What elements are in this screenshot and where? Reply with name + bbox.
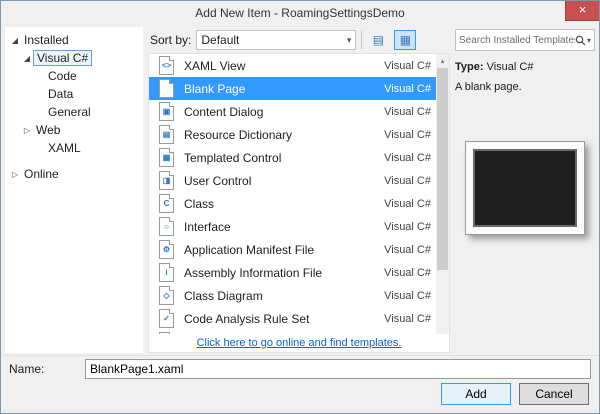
type-label: Type: (455, 61, 484, 73)
add-new-item-dialog: Add New Item - RoamingSettingsDemo × ◢ I… (0, 0, 600, 414)
online-templates-link-row: Click here to go online and find templat… (149, 334, 449, 352)
template-pane: Sort by: Default ▾ ▤ ▦ <> XAML View Visu… (148, 27, 450, 353)
code-file-icon: <> (159, 332, 174, 334)
sidebar-item-web[interactable]: ▷ Web (5, 121, 143, 139)
medium-icons-view-button[interactable]: ▤ (367, 30, 389, 50)
scrollbar-thumb[interactable] (437, 68, 448, 270)
search-box: ▾ (455, 29, 595, 51)
template-item-code-analysis-rule-set[interactable]: ✓ Code Analysis Rule Set Visual C# (149, 307, 449, 330)
cancel-button[interactable]: Cancel (519, 383, 589, 405)
add-button[interactable]: Add (441, 383, 511, 405)
toolbar-separator (361, 31, 363, 49)
expanded-triangle-icon: ◢ (23, 53, 31, 63)
code-analysis-rule-set-icon: ✓ (159, 309, 174, 328)
sidebar-item-installed[interactable]: ◢ Installed (5, 31, 143, 49)
template-item-class-diagram[interactable]: ◇ Class Diagram Visual C# (149, 284, 449, 307)
chevron-down-icon[interactable]: ▾ (587, 36, 591, 45)
class-diagram-icon: ◇ (159, 286, 174, 305)
sidebar-item-online[interactable]: ▷ Online (5, 165, 143, 183)
expanded-triangle-icon: ◢ (11, 35, 19, 45)
list-view-icon: ▤ (372, 33, 385, 47)
template-item-templated-control[interactable]: ▦ Templated Control Visual C# (149, 146, 449, 169)
detail-pane: ▾ Type: Visual C# A blank page. (455, 27, 595, 353)
name-input[interactable] (85, 358, 591, 379)
assembly-information-file-icon: i (159, 263, 174, 282)
name-row: Name: (1, 355, 599, 381)
sidebar-item-visual-csharp[interactable]: ◢ Visual C# (5, 49, 143, 67)
resource-dictionary-icon: ▤ (159, 125, 174, 144)
content-dialog-icon: ▣ (159, 102, 174, 121)
sidebar-item-code[interactable]: Code (5, 67, 143, 85)
chevron-down-icon: ▾ (346, 34, 352, 45)
collapsed-triangle-icon: ▷ (11, 169, 19, 179)
template-item-assembly-information-file[interactable]: i Assembly Information File Visual C# (149, 261, 449, 284)
grid-view-icon: ▦ (399, 33, 412, 47)
titlebar: Add New Item - RoamingSettingsDemo × (1, 1, 599, 25)
dialog-body: ◢ Installed ◢ Visual C# Code Data Genera… (1, 25, 599, 355)
window-title: Add New Item - RoamingSettingsDemo (195, 6, 405, 20)
preview-screen (473, 149, 577, 227)
category-tree: ◢ Installed ◢ Visual C# Code Data Genera… (5, 27, 143, 353)
sort-by-label: Sort by: (150, 33, 192, 47)
sort-by-dropdown[interactable]: Default ▾ (196, 30, 357, 50)
sidebar-item-general[interactable]: General (5, 103, 143, 121)
application-manifest-file-icon: ⚙ (159, 240, 174, 259)
template-type-line: Type: Visual C# (455, 61, 595, 73)
user-control-icon: ◨ (159, 171, 174, 190)
collapsed-triangle-icon: ▷ (23, 125, 31, 135)
search-input[interactable] (459, 34, 575, 46)
button-row: Add Cancel (1, 381, 599, 413)
small-icons-view-button[interactable]: ▦ (394, 30, 417, 50)
close-button[interactable]: × (565, 1, 599, 21)
template-rows: <> XAML View Visual C# Blank Page Visual… (149, 54, 449, 334)
name-label: Name: (9, 361, 45, 376)
template-item-resource-dictionary[interactable]: ▤ Resource Dictionary Visual C# (149, 123, 449, 146)
close-icon: × (578, 2, 587, 17)
template-item-class[interactable]: C Class Visual C# (149, 192, 449, 215)
template-list: <> XAML View Visual C# Blank Page Visual… (148, 53, 450, 353)
sort-toolbar: Sort by: Default ▾ ▤ ▦ (148, 27, 450, 53)
template-item-application-manifest-file[interactable]: ⚙ Application Manifest File Visual C# (149, 238, 449, 261)
scroll-up-icon[interactable]: ▴ (436, 54, 449, 67)
template-preview-image (465, 141, 585, 235)
template-item-xaml-view[interactable]: <> XAML View Visual C# (149, 54, 449, 77)
sidebar-item-xaml[interactable]: XAML (5, 139, 143, 157)
online-templates-link[interactable]: Click here to go online and find templat… (197, 337, 402, 349)
xaml-view-icon: <> (159, 56, 174, 75)
template-item-user-control[interactable]: ◨ User Control Visual C# (149, 169, 449, 192)
template-description: A blank page. (455, 81, 522, 93)
sidebar-item-data[interactable]: Data (5, 85, 143, 103)
class-icon: C (159, 194, 174, 213)
list-scrollbar[interactable]: ▴ (436, 54, 449, 334)
type-value: Visual C# (486, 61, 534, 73)
search-icon[interactable] (575, 35, 586, 46)
template-item-blank-page[interactable]: Blank Page Visual C# (149, 77, 449, 100)
blank-page-icon (159, 79, 174, 98)
interface-icon: ○ (159, 217, 174, 236)
template-item-interface[interactable]: ○ Interface Visual C# (149, 215, 449, 238)
templated-control-icon: ▦ (159, 148, 174, 167)
template-item-content-dialog[interactable]: ▣ Content Dialog Visual C# (149, 100, 449, 123)
